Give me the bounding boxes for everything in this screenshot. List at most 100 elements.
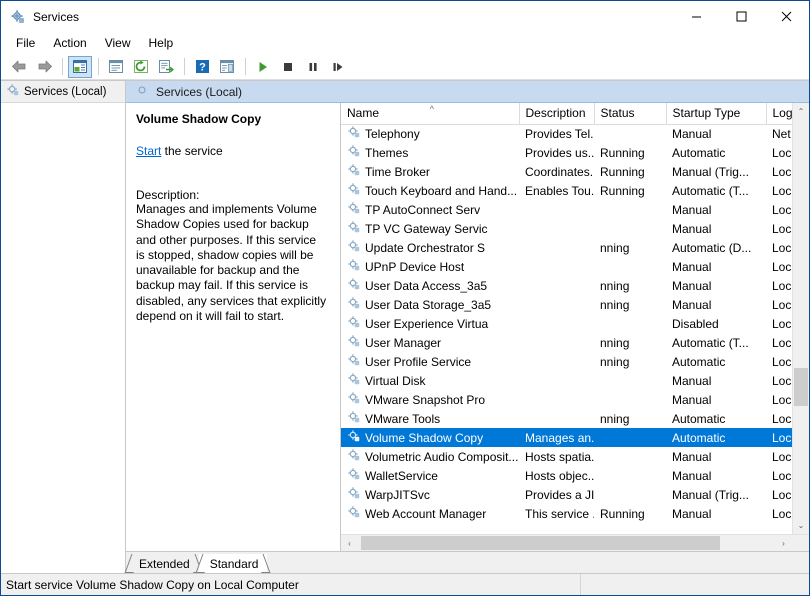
menu-action[interactable]: Action [44,33,95,53]
menu-help[interactable]: Help [140,33,183,53]
close-button[interactable] [764,1,809,32]
show-action-pane-button[interactable] [215,56,239,78]
service-gear-icon [347,448,361,465]
cell-service-name: WarpJITSvc [341,485,519,504]
table-row[interactable]: Update Orchestrator SnningAutomatic (D..… [341,238,792,257]
cell-service-name: TP VC Gateway Servic [341,219,519,238]
column-header-logon-as[interactable]: Log [766,103,792,124]
restart-service-button[interactable] [326,56,350,78]
cell-startup-type: Manual [666,466,766,485]
cell-service-name: VMware Tools [341,409,519,428]
cell-logon-as: Loc [766,371,792,390]
export-list-button[interactable] [154,56,178,78]
service-gear-icon [347,372,361,389]
cell-description: This service ... [519,504,594,523]
service-gear-icon [347,182,361,199]
table-row[interactable]: Volumetric Audio Composit...Hosts spatia… [341,447,792,466]
scroll-up-button[interactable]: ⌃ [793,103,809,120]
forward-button[interactable] [32,56,56,78]
menu-file[interactable]: File [7,33,44,53]
start-service-button[interactable] [251,56,275,78]
table-row[interactable]: User ManagernningAutomatic (T...Loc [341,333,792,352]
horizontal-scroll-thumb[interactable] [361,536,720,550]
cell-logon-as: Loc [766,428,792,447]
scroll-right-button[interactable]: › [775,535,792,551]
scroll-down-button[interactable]: ⌄ [793,517,809,534]
results-pane-header: Services (Local) [126,81,809,103]
cell-status [594,390,666,409]
table-row[interactable]: ThemesProvides us...RunningAutomaticLoc [341,143,792,162]
cell-startup-type: Manual [666,371,766,390]
cell-startup-type: Automatic [666,143,766,162]
vertical-scrollbar[interactable]: ⌃ ⌄ [792,103,809,534]
table-row[interactable]: WarpJITSvcProvides a JI...Manual (Trig..… [341,485,792,504]
show-hide-console-tree-button[interactable] [68,56,92,78]
back-button[interactable] [7,56,31,78]
table-row[interactable]: Volume Shadow CopyManages an...Automatic… [341,428,792,447]
cell-logon-as: Loc [766,143,792,162]
table-row[interactable]: VMware ToolsnningAutomaticLoc [341,409,792,428]
cell-description [519,238,594,257]
cell-description: Hosts spatia... [519,447,594,466]
table-row[interactable]: Virtual Disk ManualLoc [341,371,792,390]
pause-service-button[interactable] [301,56,325,78]
tree-root-item[interactable]: Services (Local) [1,81,125,103]
cell-logon-as: Loc [766,409,792,428]
menu-view[interactable]: View [96,33,140,53]
sort-ascending-icon: ^ [430,104,434,114]
table-row[interactable]: User Experience VirtuaDisabledLoc [341,314,792,333]
cell-startup-type: Automatic [666,428,766,447]
table-row[interactable]: User Data Storage_3a5nningManualLoc [341,295,792,314]
horizontal-scroll-track[interactable] [358,535,775,551]
cell-service-name: User Data Storage_3a5 [341,295,519,314]
cell-service-name: Touch Keyboard and Hand... [341,181,519,200]
tab-standard[interactable]: Standard [199,554,268,573]
table-row[interactable]: Touch Keyboard and Hand...Enables Tou...… [341,181,792,200]
scroll-left-button[interactable]: ‹ [341,535,358,551]
service-name-label: Virtual Disk [365,374,425,388]
table-row[interactable]: Time BrokerCoordinates...RunningManual (… [341,162,792,181]
table-row[interactable]: TP VC Gateway ServicManualLoc [341,219,792,238]
cell-startup-type: Manual [666,295,766,314]
table-row[interactable]: Web Account ManagerThis service ...Runni… [341,504,792,523]
column-header-description[interactable]: Description [519,103,594,124]
cell-logon-as: Loc [766,466,792,485]
table-row[interactable]: TP AutoConnect ServManualLoc [341,200,792,219]
cell-service-name: Virtual Disk [341,371,519,390]
cell-description: Coordinates... [519,162,594,181]
cell-service-name: Web Account Manager [341,504,519,523]
properties-window-button[interactable] [104,56,128,78]
cell-status: Running [594,143,666,162]
horizontal-scrollbar[interactable]: ‹ › [341,534,809,551]
minimize-button[interactable] [674,1,719,32]
vertical-scroll-thumb[interactable] [794,368,808,406]
column-header-startup-type[interactable]: Startup Type [666,103,766,124]
cell-status: Running [594,504,666,523]
toolbar-separator [98,58,99,75]
table-row[interactable]: User Data Access_3a5nningManualLoc [341,276,792,295]
table-row[interactable]: UPnP Device HostManualLoc [341,257,792,276]
column-header-name[interactable]: Name ^ [341,103,519,124]
cell-service-name: UPnP Device Host [341,257,519,276]
service-gear-icon [347,277,361,294]
table-row[interactable]: TelephonyProvides Tel...ManualNet [341,124,792,143]
table-row[interactable]: WalletServiceHosts objec...ManualLoc [341,466,792,485]
refresh-button[interactable] [129,56,153,78]
service-name-label: VMware Tools [365,412,440,426]
column-header-name-label: Name [347,106,379,120]
table-row[interactable]: User Profile ServicenningAutomaticLoc [341,352,792,371]
column-header-status[interactable]: Status [594,103,666,124]
start-service-link[interactable]: Start [136,144,161,158]
maximize-button[interactable] [719,1,764,32]
service-name-label: User Data Access_3a5 [365,279,487,293]
cell-description: Enables Tou... [519,181,594,200]
status-bar: Start service Volume Shadow Copy on Loca… [1,573,809,595]
cell-startup-type: Automatic [666,352,766,371]
tab-extended[interactable]: Extended [128,554,199,573]
table-row[interactable]: VMware Snapshot ProManualLoc [341,390,792,409]
help-button[interactable]: ? [190,56,214,78]
stop-service-button[interactable] [276,56,300,78]
vertical-scroll-track[interactable] [793,120,809,517]
status-bar-message: Start service Volume Shadow Copy on Loca… [1,574,581,595]
cell-service-name: TP AutoConnect Serv [341,200,519,219]
